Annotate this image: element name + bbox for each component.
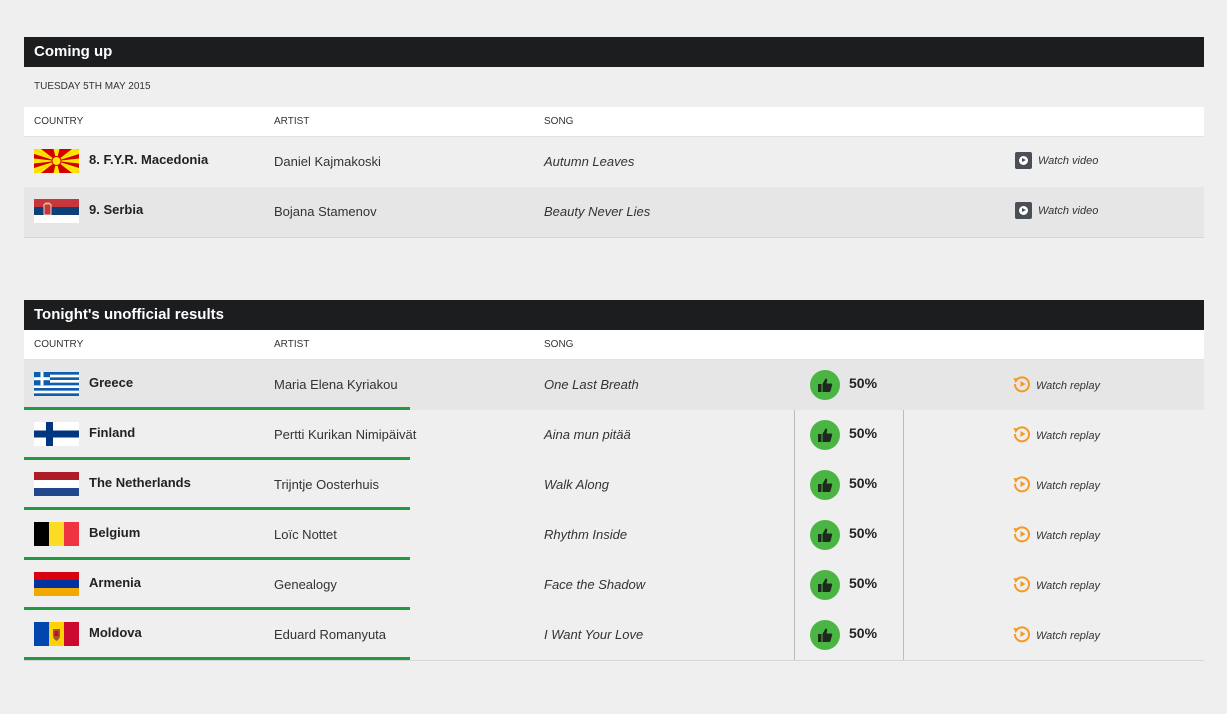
progress-line <box>24 657 410 660</box>
replay-icon <box>1012 574 1032 597</box>
header-artist: ARTIST <box>274 339 310 350</box>
armenia-flag <box>34 572 79 596</box>
coming-up-header-row: COUNTRY ARTIST SONG <box>24 107 1204 137</box>
table-row: Finland Pertti Kurikan Nimipäivät Aina m… <box>24 410 1204 460</box>
play-icon <box>1015 202 1032 219</box>
vote-percentage: 50% <box>849 425 878 441</box>
song-title: Aina mun pitää <box>544 427 631 442</box>
thumbs-up-icon[interactable] <box>810 520 840 550</box>
watch-replay-link[interactable]: Watch replay <box>1012 474 1100 497</box>
vote-percentage: 50% <box>849 525 878 541</box>
watch-replay-link[interactable]: Watch replay <box>1012 524 1100 547</box>
results-panel: Tonight's unofficial results COUNTRY ART… <box>24 300 1204 661</box>
serbia-flag <box>34 199 79 223</box>
results-header-row: COUNTRY ARTIST SONG <box>24 330 1204 360</box>
artist-name: Eduard Romanyuta <box>274 627 387 642</box>
song-title: Walk Along <box>544 477 610 492</box>
table-row: 8. F.Y.R. Macedonia Daniel Kajmakoski Au… <box>24 137 1204 187</box>
watch-replay-link[interactable]: Watch replay <box>1012 574 1100 597</box>
country-name: Armenia <box>89 575 142 590</box>
artist-name: Genealogy <box>274 577 337 592</box>
belgium-flag <box>34 522 79 546</box>
netherlands-flag <box>34 472 79 496</box>
artist-name: Daniel Kajmakoski <box>274 154 381 169</box>
table-row: Moldova Eduard Romanyuta I Want Your Lov… <box>24 610 1204 660</box>
country-name: Finland <box>89 425 136 440</box>
country-name: 9. Serbia <box>89 202 144 217</box>
results-title: Tonight's unofficial results <box>24 300 1204 330</box>
event-date: TUESDAY 5TH MAY 2015 <box>34 81 151 92</box>
watch-replay-link[interactable]: Watch replay <box>1012 374 1100 397</box>
country-name: Moldova <box>89 625 142 640</box>
replay-icon <box>1012 524 1032 547</box>
vote-percentage: 50% <box>849 475 878 491</box>
artist-name: Loïc Nottet <box>274 527 337 542</box>
divider <box>24 660 1204 661</box>
country-name: Greece <box>89 375 134 390</box>
vote-percentage: 50% <box>849 625 878 641</box>
vote-percentage: 50% <box>849 575 878 591</box>
watch-replay-link[interactable]: Watch replay <box>1012 624 1100 647</box>
moldova-flag <box>34 622 79 646</box>
song-title: Rhythm Inside <box>544 527 628 542</box>
thumbs-up-icon[interactable] <box>810 470 840 500</box>
song-title: I Want Your Love <box>544 627 644 642</box>
thumbs-up-icon[interactable] <box>810 370 840 400</box>
header-country: COUNTRY <box>34 339 84 350</box>
macedonia-flag <box>34 149 79 173</box>
finland-flag <box>34 422 79 446</box>
thumbs-up-icon[interactable] <box>810 570 840 600</box>
artist-name: Trijntje Oosterhuis <box>274 477 379 492</box>
watch-replay-link[interactable]: Watch replay <box>1012 424 1100 447</box>
watch-replay-label: Watch replay <box>1036 579 1100 592</box>
watch-replay-label: Watch replay <box>1036 479 1100 492</box>
country-name: Belgium <box>89 525 141 540</box>
thumbs-up-icon[interactable] <box>810 420 840 450</box>
song-title: One Last Breath <box>544 377 639 392</box>
watch-replay-label: Watch replay <box>1036 529 1100 542</box>
divider <box>24 237 1204 238</box>
country-name: The Netherlands <box>89 475 191 490</box>
song-title: Face the Shadow <box>544 577 646 592</box>
vote-percentage: 50% <box>849 375 878 391</box>
watch-replay-label: Watch replay <box>1036 379 1100 392</box>
results-body: Greece Maria Elena Kyriakou One Last Bre… <box>24 360 1204 660</box>
thumbs-up-icon[interactable] <box>810 620 840 650</box>
replay-icon <box>1012 474 1032 497</box>
coming-up-panel: Coming up TUESDAY 5TH MAY 2015 COUNTRY A… <box>24 37 1204 238</box>
header-country: COUNTRY <box>34 116 84 127</box>
song-title: Autumn Leaves <box>544 154 635 169</box>
country-name: 8. F.Y.R. Macedonia <box>89 152 209 167</box>
greece-flag <box>34 372 79 396</box>
table-row: 9. Serbia Bojana Stamenov Beauty Never L… <box>24 187 1204 237</box>
table-row: The Netherlands Trijntje Oosterhuis Walk… <box>24 460 1204 510</box>
watch-video-link[interactable]: Watch video <box>1015 202 1098 219</box>
replay-icon <box>1012 624 1032 647</box>
watch-video-label: Watch video <box>1038 154 1099 167</box>
table-row: Belgium Loïc Nottet Rhythm Inside 50% Wa… <box>24 510 1204 560</box>
header-song: SONG <box>544 116 574 127</box>
watch-video-label: Watch video <box>1038 204 1099 217</box>
artist-name: Pertti Kurikan Nimipäivät <box>274 427 417 442</box>
watch-replay-label: Watch replay <box>1036 629 1100 642</box>
artist-name: Maria Elena Kyriakou <box>274 377 398 392</box>
header-song: SONG <box>544 339 574 350</box>
replay-icon <box>1012 424 1032 447</box>
song-title: Beauty Never Lies <box>544 204 651 219</box>
watch-replay-label: Watch replay <box>1036 429 1100 442</box>
replay-icon <box>1012 374 1032 397</box>
watch-video-link[interactable]: Watch video <box>1015 152 1098 169</box>
play-icon <box>1015 152 1032 169</box>
coming-up-title: Coming up <box>24 37 1204 67</box>
artist-name: Bojana Stamenov <box>274 204 377 219</box>
table-row: Armenia Genealogy Face the Shadow 50% Wa… <box>24 560 1204 610</box>
table-row: Greece Maria Elena Kyriakou One Last Bre… <box>24 360 1204 410</box>
header-artist: ARTIST <box>274 116 310 127</box>
